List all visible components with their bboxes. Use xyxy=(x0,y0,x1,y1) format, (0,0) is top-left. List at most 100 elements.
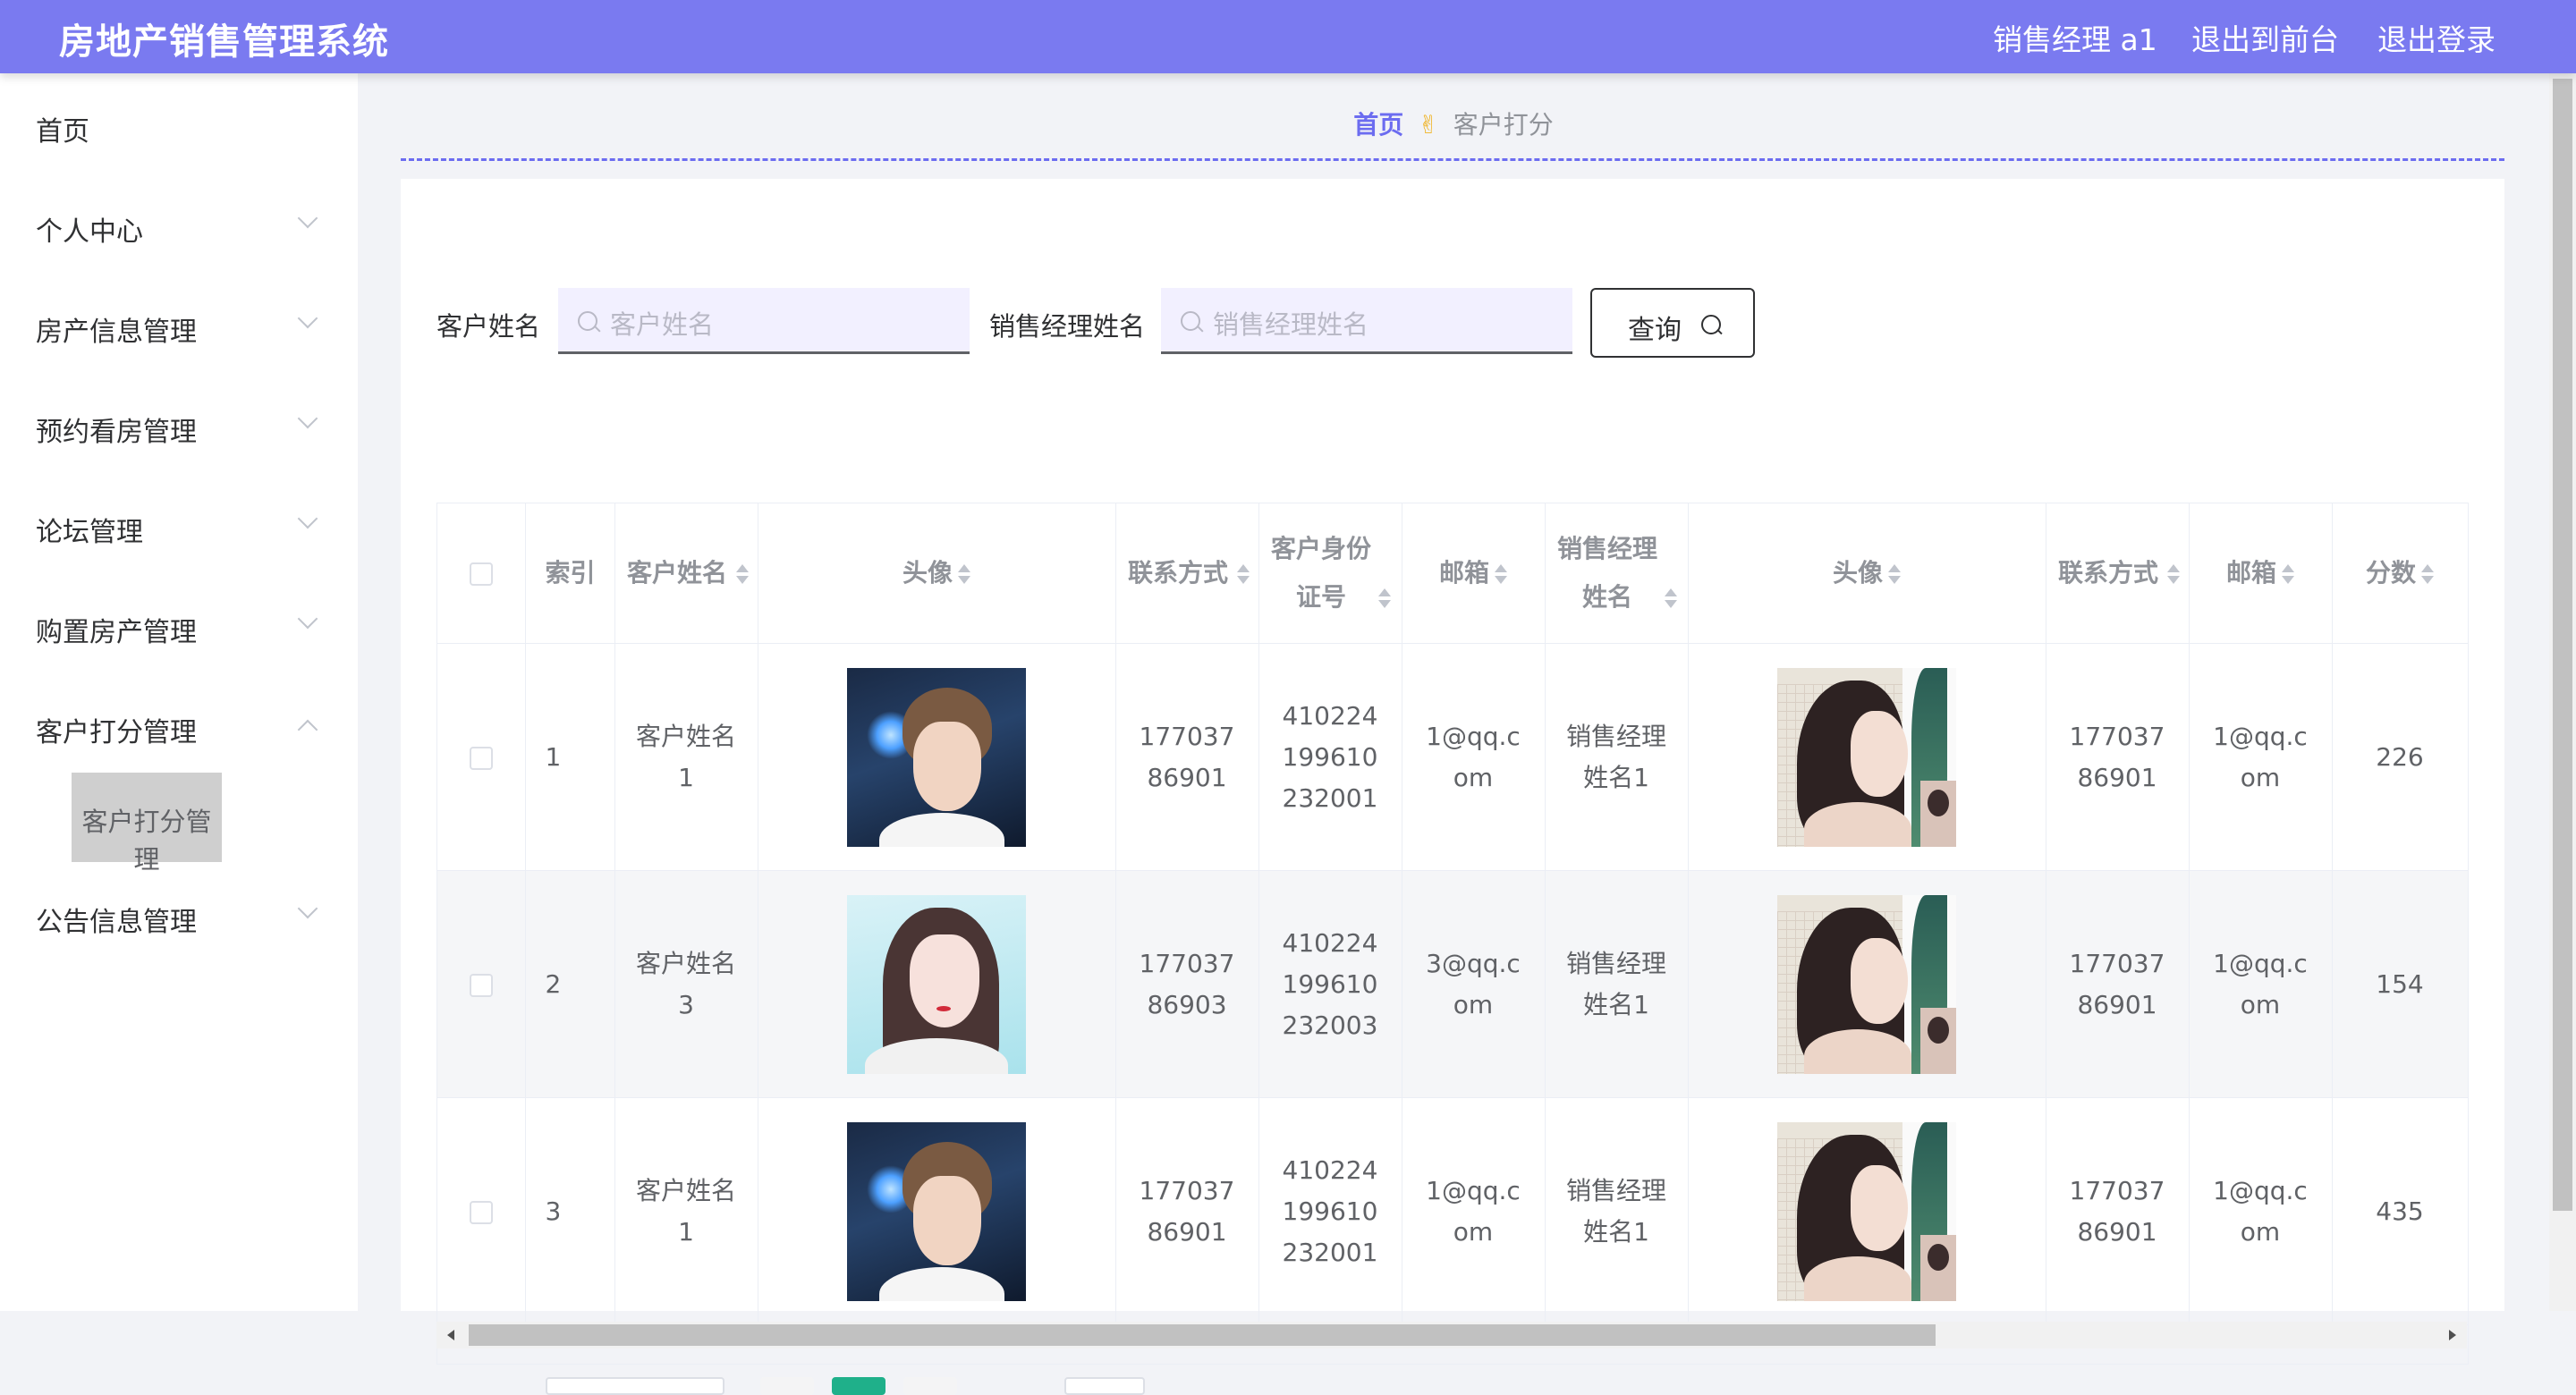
table-row[interactable]: 2 客户姓名3 17703786903 410224199610232003 3… xyxy=(437,870,2468,1098)
sidebar-item-property-info[interactable]: 房产信息管理 xyxy=(0,292,358,363)
pagination-active-page[interactable] xyxy=(832,1377,886,1395)
sidebar-subitem-label: 客户打分管理 xyxy=(81,807,212,875)
manager-name-cell: 销售经理姓名1 xyxy=(1545,1097,1689,1325)
manager-name-input[interactable]: 销售经理姓名 xyxy=(1161,288,1572,354)
column-header-index: 索引 xyxy=(525,503,615,644)
manager-contact-cell: 17703786901 xyxy=(2046,643,2190,871)
vertical-scrollbar[interactable] xyxy=(2549,73,2576,1311)
customer-avatar-image xyxy=(847,1121,1026,1301)
customer-avatar-image xyxy=(847,667,1026,847)
content-panel: 客户姓名 客户姓名 销售经理姓名 销售经理姓名 查询 索引 客户姓名 头像 联系… xyxy=(401,179,2504,1365)
customer-name-label: 客户姓名 xyxy=(436,311,541,342)
sort-icon[interactable] xyxy=(1495,562,1507,586)
avatar-cell xyxy=(758,870,1116,1098)
manager-email-text: 1@qq.com xyxy=(2213,948,2308,1019)
column-header-contact[interactable]: 联系方式 xyxy=(1115,503,1259,644)
goto-page-input[interactable] xyxy=(1064,1377,1145,1395)
sidebar-item-viewing-appointments[interactable]: 预约看房管理 xyxy=(0,392,358,463)
next-page-button[interactable] xyxy=(903,1377,957,1395)
table-row[interactable]: 1 客户姓名1 17703786901 410224199610232001 1… xyxy=(437,643,2468,871)
column-header-label: 头像 xyxy=(1832,558,1883,588)
customer-name-cell: 客户姓名3 xyxy=(614,870,758,1098)
row-checkbox[interactable] xyxy=(469,973,493,997)
exit-to-front-link[interactable]: 退出到前台 xyxy=(2191,16,2339,59)
sidebar-item-announcements[interactable]: 公告信息管理 xyxy=(0,882,358,953)
logout-link[interactable]: 退出登录 xyxy=(2377,16,2496,59)
sidebar-item-personal-center[interactable]: 个人中心 xyxy=(0,191,358,263)
query-button-label: 查询 xyxy=(1628,315,1682,346)
id-card-cell: 410224199610232003 xyxy=(1258,870,1402,1098)
sidebar-item-customer-rating[interactable]: 客户打分管理 xyxy=(0,692,358,764)
email-text: 3@qq.com xyxy=(1426,948,1521,1019)
sort-icon[interactable] xyxy=(1888,562,1901,586)
contact-cell: 17703786903 xyxy=(1115,870,1259,1098)
table-row[interactable]: 3 客户姓名1 17703786901 410224199610232001 1… xyxy=(437,1097,2468,1325)
search-icon xyxy=(578,311,597,331)
rating-table: 索引 客户姓名 头像 联系方式 客户身份证号 邮箱 销售经理姓名 头像 联系方式… xyxy=(436,503,2469,1365)
page-size-select[interactable] xyxy=(546,1377,724,1395)
scroll-right-arrow-icon[interactable] xyxy=(2449,1330,2456,1340)
row-select-cell xyxy=(437,643,526,871)
column-header-manager-name[interactable]: 销售经理姓名 xyxy=(1545,503,1689,644)
breadcrumb-home[interactable]: 首页 xyxy=(1353,110,1403,140)
top-bar: 房地产销售管理系统 销售经理 a1 退出到前台 退出登录 xyxy=(0,0,2576,73)
select-all-checkbox[interactable] xyxy=(469,562,493,586)
customer-name-input[interactable]: 客户姓名 xyxy=(558,288,970,354)
chevron-down-icon xyxy=(297,207,318,229)
score-cell: 154 xyxy=(2332,870,2468,1098)
sidebar-item-forum[interactable]: 论坛管理 xyxy=(0,492,358,563)
column-header-manager-contact[interactable]: 联系方式 xyxy=(2046,503,2190,644)
search-icon xyxy=(1701,315,1721,334)
sidebar-item-label: 客户打分管理 xyxy=(36,717,197,748)
column-header-email[interactable]: 邮箱 xyxy=(1402,503,1546,644)
row-checkbox[interactable] xyxy=(469,746,493,770)
index-cell: 2 xyxy=(525,870,615,1098)
sort-icon[interactable] xyxy=(1378,587,1391,610)
scroll-left-arrow-icon[interactable] xyxy=(447,1330,454,1340)
sidebar-item-label: 房产信息管理 xyxy=(36,317,197,348)
column-header-id-card[interactable]: 客户身份证号 xyxy=(1258,503,1402,644)
manager-contact-text: 17703786901 xyxy=(2069,1175,2165,1247)
sort-icon[interactable] xyxy=(2167,562,2180,586)
id-card-text: 410224199610232003 xyxy=(1282,927,1378,1040)
manager-contact-cell: 17703786901 xyxy=(2046,870,2190,1098)
column-header-label: 联系方式 xyxy=(2057,558,2158,588)
sidebar-item-property-purchase[interactable]: 购置房产管理 xyxy=(0,592,358,664)
sort-icon[interactable] xyxy=(1237,562,1250,586)
breadcrumb: 首页 ✌ 客户打分 xyxy=(358,106,2549,141)
manager-contact-cell: 17703786901 xyxy=(2046,1097,2190,1325)
sort-icon[interactable] xyxy=(958,562,970,586)
chevron-down-icon xyxy=(297,308,318,329)
contact-cell: 17703786901 xyxy=(1115,643,1259,871)
column-header-score[interactable]: 分数 xyxy=(2332,503,2468,644)
id-card-cell: 410224199610232001 xyxy=(1258,1097,1402,1325)
score-cell: 435 xyxy=(2332,1097,2468,1325)
manager-email-cell: 1@qq.com xyxy=(2189,1097,2333,1325)
sort-icon[interactable] xyxy=(1665,587,1677,610)
sidebar-item-home[interactable]: 首页 xyxy=(0,91,358,163)
query-button[interactable]: 查询 xyxy=(1590,288,1755,358)
column-header-label: 邮箱 xyxy=(2225,558,2276,588)
column-header-customer-name[interactable]: 客户姓名 xyxy=(614,503,758,644)
sort-icon[interactable] xyxy=(2282,562,2294,586)
sort-icon[interactable] xyxy=(736,562,749,586)
manager-email-cell: 1@qq.com xyxy=(2189,643,2333,871)
horizontal-scrollbar[interactable] xyxy=(436,1322,2467,1348)
chevron-down-icon xyxy=(297,898,318,919)
scrollbar-thumb[interactable] xyxy=(469,1324,1936,1346)
sort-icon[interactable] xyxy=(2421,562,2434,586)
column-header-manager-email[interactable]: 邮箱 xyxy=(2189,503,2333,644)
hand-icon: ✌ xyxy=(1418,110,1439,140)
score-cell: 226 xyxy=(2332,643,2468,871)
row-select-cell xyxy=(437,870,526,1098)
column-header-avatar[interactable]: 头像 xyxy=(758,503,1116,644)
column-header-manager-avatar[interactable]: 头像 xyxy=(1688,503,2046,644)
prev-page-button[interactable] xyxy=(760,1377,814,1395)
manager-name-text: 销售经理姓名1 xyxy=(1565,721,1666,792)
scrollbar-thumb[interactable] xyxy=(2553,79,2572,1211)
manager-name-text: 销售经理姓名1 xyxy=(1565,1175,1666,1247)
column-header-label: 分数 xyxy=(2365,558,2416,588)
row-checkbox[interactable] xyxy=(469,1200,493,1224)
contact-text: 17703786903 xyxy=(1139,948,1235,1019)
sidebar-subitem-customer-rating[interactable]: 客户打分管理 xyxy=(72,773,222,875)
